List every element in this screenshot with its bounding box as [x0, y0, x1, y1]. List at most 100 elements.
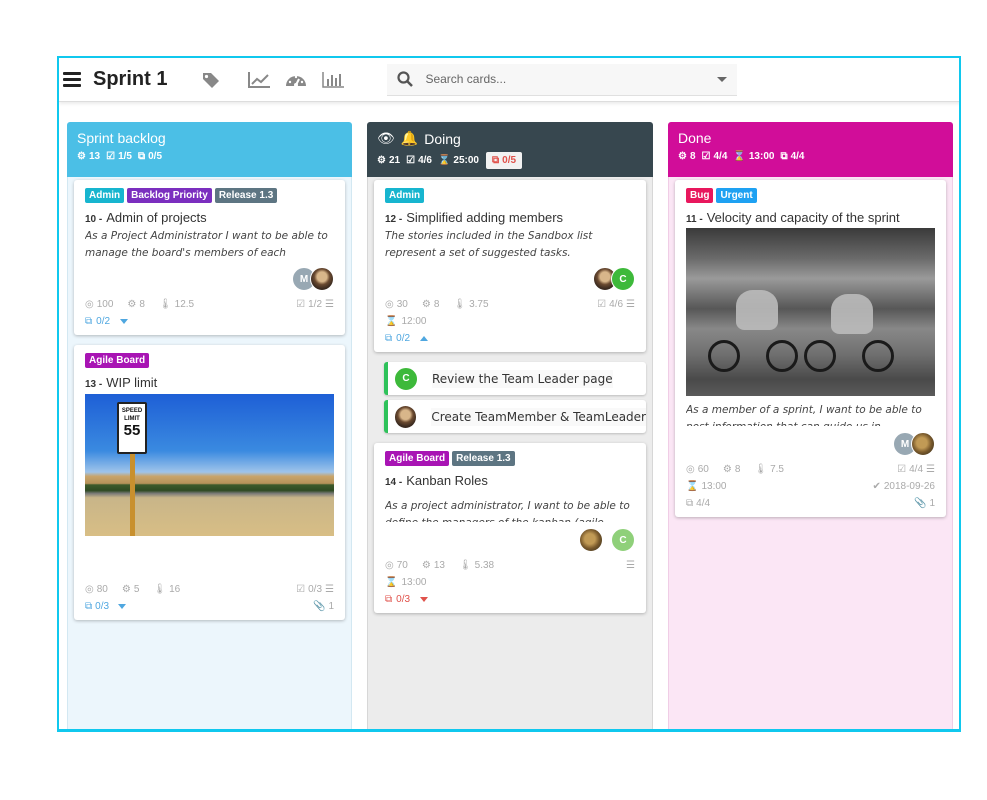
- checklist: 0/3: [308, 584, 323, 595]
- tag-agile-board[interactable]: Agile Board: [385, 451, 450, 466]
- avatar-photo[interactable]: [310, 267, 334, 291]
- tag-admin[interactable]: Admin: [385, 188, 425, 203]
- effort: 5: [133, 584, 140, 595]
- checkbox-icon: ☑: [106, 151, 116, 162]
- line-chart-icon[interactable]: [247, 71, 271, 89]
- search-bar[interactable]: [387, 63, 738, 96]
- card-14[interactable]: Agile Board Release 1.3 14 - Kanban Roles…: [374, 443, 646, 613]
- avatar[interactable]: C: [394, 366, 418, 391]
- column-header[interactable]: 👁 🔔 Doing ⚙ 21 ☑ 4/6 ⌛ 25:00 ⧉ 0/5: [367, 122, 653, 177]
- card-10[interactable]: Admin Backlog Priority Release 1.3 10 - A…: [74, 180, 345, 335]
- card-description: As a member of a sprint, I want to be ab…: [686, 404, 922, 426]
- subtask-title: Review the Team Leader page: [432, 369, 613, 388]
- tag-urgent[interactable]: Urgent: [716, 188, 757, 203]
- card-number: 12 -: [385, 214, 403, 225]
- card-12[interactable]: Admin 12 - Simplified adding members The …: [374, 180, 646, 352]
- card-description: As a Project Administrator I want to be …: [85, 230, 328, 259]
- temperature: 5.38: [474, 560, 495, 571]
- attachment-count: 1: [328, 601, 334, 612]
- paperclip-icon: 📎: [312, 601, 326, 612]
- checkbox-icon: ☑: [897, 464, 907, 475]
- dashboard-gauge-icon[interactable]: [285, 71, 307, 89]
- description-lines-icon: ☰: [325, 299, 334, 310]
- points: 80: [96, 584, 108, 595]
- chevron-down-icon[interactable]: [120, 319, 129, 324]
- tag-bug[interactable]: Bug: [686, 188, 714, 203]
- tag-release[interactable]: Release 1.3: [214, 188, 278, 203]
- search-input[interactable]: [425, 72, 718, 86]
- avatar[interactable]: C: [611, 267, 635, 291]
- tag-agile-board[interactable]: Agile Board: [85, 353, 150, 368]
- subtask-toggle[interactable]: ⧉ 0/3: [385, 594, 635, 605]
- time-total: 13:00: [748, 151, 775, 162]
- thermometer-icon: 🌡: [153, 584, 167, 595]
- avatar-photo[interactable]: [579, 528, 603, 552]
- bar-chart-icon[interactable]: [321, 71, 345, 89]
- checklist: 4/4: [909, 464, 924, 475]
- effort-count: 13: [88, 151, 101, 162]
- chevron-up-icon[interactable]: [420, 336, 429, 341]
- card-title-text: Velocity and capacity of the sprint: [706, 210, 900, 225]
- target-icon: ◎: [85, 299, 94, 310]
- bell-icon[interactable]: 🔔: [401, 130, 418, 147]
- subtask-count: 0/3: [396, 594, 411, 605]
- subtask-toggle[interactable]: ⧉ 0/2: [85, 316, 334, 327]
- tag-admin[interactable]: Admin: [85, 188, 125, 203]
- card-11[interactable]: Bug Urgent 11 - Velocity and capacity of …: [675, 180, 946, 517]
- card-number: 11 -: [686, 214, 703, 225]
- subtask-count: 0/5: [148, 151, 163, 162]
- avatar-photo[interactable]: [394, 404, 418, 429]
- column-header[interactable]: Sprint backlog ⚙ 13 ☑ 1/5 ⧉ 0/5: [67, 122, 352, 177]
- sign-number: 55: [123, 422, 141, 439]
- points: 70: [396, 560, 408, 571]
- effort: 8: [433, 299, 440, 310]
- description-lines-icon: ☰: [626, 560, 635, 571]
- sitemap-icon: ⧉: [780, 151, 788, 162]
- card-title: 11 - Velocity and capacity of the sprint: [686, 210, 935, 225]
- checklist-count: 4/4: [713, 151, 728, 162]
- chevron-down-icon[interactable]: [420, 597, 429, 602]
- card-number: 10 -: [85, 214, 103, 225]
- eye-slash-icon[interactable]: 👁: [377, 130, 395, 147]
- sitemap-icon: ⧉: [85, 601, 93, 612]
- column-header[interactable]: Done ⚙ 8 ☑ 4/4 ⌛ 13:00 ⧉ 4/4: [668, 122, 953, 177]
- kanban-board: Sprint backlog ⚙ 13 ☑ 1/5 ⧉ 0/5 Admin Backl…: [67, 122, 953, 729]
- attachment-count: 1: [929, 498, 935, 509]
- card-description: The stories included in the Sandbox list…: [385, 230, 593, 259]
- avatar-photo[interactable]: [911, 432, 935, 456]
- effort: 8: [734, 464, 741, 475]
- subtask-toggle[interactable]: ⧉ 4/4: [686, 498, 710, 509]
- thermometer-icon: 🌡: [458, 560, 472, 571]
- time-estimate: 13:00: [701, 481, 727, 492]
- checklist-count: 1/5: [118, 151, 132, 162]
- points: 60: [697, 464, 709, 475]
- paperclip-icon: 📎: [913, 498, 927, 509]
- description-lines-icon: ☰: [626, 299, 635, 310]
- sitemap-icon: ⧉: [686, 498, 694, 509]
- tag-icon[interactable]: [201, 71, 221, 89]
- avatar[interactable]: C: [611, 528, 635, 552]
- column-body: Admin Backlog Priority Release 1.3 10 - A…: [67, 177, 352, 729]
- wip-limit-badge: ⧉ 0/5: [486, 152, 523, 169]
- subtask-item[interactable]: C Review the Team Leader page: [384, 362, 646, 395]
- temperature: 12.5: [174, 299, 195, 310]
- sitemap-icon: ⧉: [137, 151, 146, 162]
- hamburger-menu-icon[interactable]: [63, 72, 81, 87]
- cogs-icon: ⚙: [722, 464, 732, 475]
- column-body: Admin 12 - Simplified adding members The …: [367, 177, 653, 729]
- hourglass-icon: ⌛: [385, 577, 398, 588]
- top-bar: Sprint 1: [59, 58, 961, 102]
- subtask-toggle[interactable]: ⧉ 0/2: [385, 333, 635, 344]
- column-done: Done ⚙ 8 ☑ 4/4 ⌛ 13:00 ⧉ 4/4 Bug Urgent 11 -…: [668, 122, 953, 729]
- check-icon: ✔: [872, 481, 881, 492]
- tag-backlog-priority[interactable]: Backlog Priority: [127, 188, 212, 203]
- subtask-toggle[interactable]: ⧉ 0/3: [85, 601, 127, 612]
- card-number: 14 -: [385, 477, 403, 488]
- subtask-item[interactable]: Create TeamMember & TeamLeader: [384, 400, 646, 433]
- description-lines-icon: ☰: [926, 464, 935, 475]
- chevron-down-icon[interactable]: [118, 604, 127, 609]
- card-13[interactable]: Agile Board 13 - WIP limit SPEED LIMIT 55 ◎…: [74, 345, 345, 620]
- search-dropdown-caret-icon[interactable]: [717, 76, 728, 82]
- tag-release[interactable]: Release 1.3: [452, 451, 515, 466]
- checkbox-icon: ☑: [597, 299, 607, 310]
